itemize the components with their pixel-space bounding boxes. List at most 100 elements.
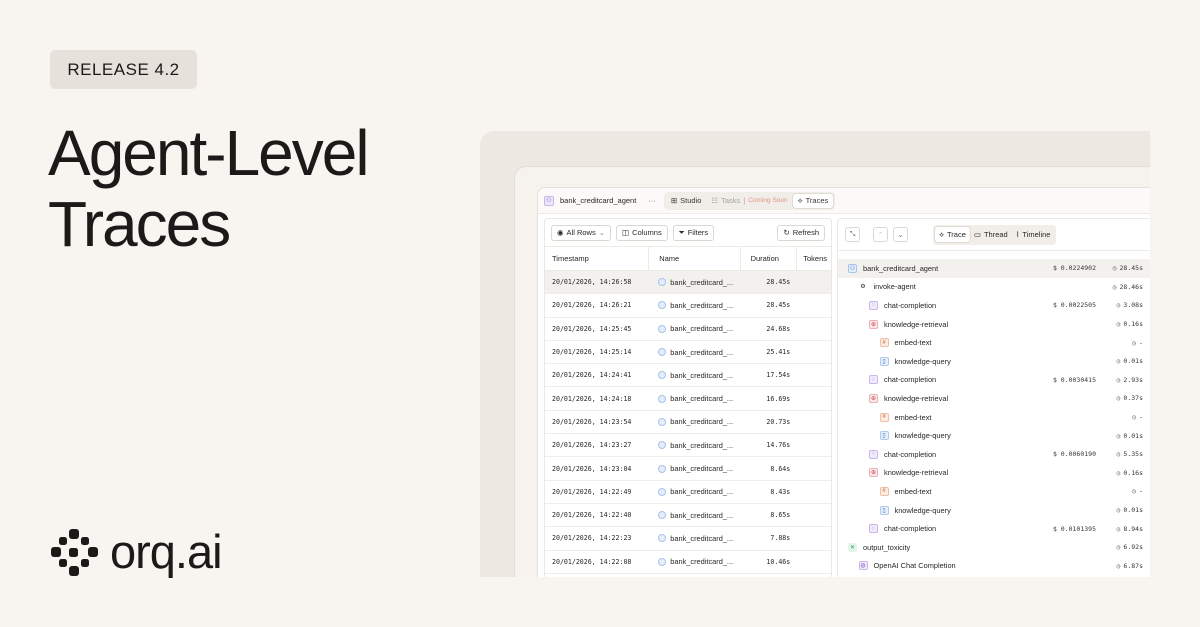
list-icon: ☷ — [711, 196, 719, 205]
span-node[interactable]: ✕ output_toxicity ◷ 6.92s — [838, 538, 1150, 557]
span-node[interactable]: ▯ knowledge-query ◷ 0.01s — [838, 426, 1150, 445]
span-node[interactable]: ▯ knowledge-query ◷ 0.01s — [838, 501, 1150, 520]
span-node[interactable]: ▯ knowledge-query ◷ 0.01s — [838, 352, 1150, 371]
span-node[interactable]: ◍ OpenAI Chat Completion ◷ 6.87s — [838, 557, 1150, 576]
span-label: knowledge-query — [894, 356, 951, 366]
table-row[interactable]: 20/01/2026, 14:24:41 bank_creditcard_... 1… — [545, 364, 831, 388]
span-duration-text: 0.37s — [1123, 394, 1143, 403]
row-timestamp: 20/01/2026, 14:24:41 — [552, 371, 632, 380]
column-header-name[interactable]: Name — [648, 247, 739, 270]
table-row[interactable]: 20/01/2026, 14:23:04 bank_creditcard_... 8… — [545, 457, 831, 481]
eye-icon: ◉ — [557, 228, 564, 237]
span-duration-text: 0.01s — [1123, 357, 1143, 366]
columns-button[interactable]: ◫ Columns — [616, 224, 668, 241]
span-node[interactable]: ◌ chat-completion $ 0.0022505 ◷ 3.08s — [838, 296, 1150, 315]
table-row[interactable]: 20/01/2026, 14:23:54 bank_creditcard_... 2… — [545, 411, 831, 435]
detail-toolbar: ⤡ ⌃ ⌄ ⟡ Trace ▭ Thread ⌇ Timeline — [838, 219, 1150, 251]
row-name-text: bank_creditcard_... — [670, 510, 734, 520]
row-name: bank_creditcard_... — [648, 464, 739, 473]
table-body: 20/01/2026, 14:26:58 bank_creditcard_... 2… — [545, 271, 831, 574]
view-thread-label: Thread — [983, 230, 1008, 239]
span-cost: $ 0.0060190 — [1052, 450, 1096, 459]
agent-icon: ⚇ — [848, 263, 857, 273]
span-node[interactable]: ⊕ knowledge-retrieval ◷ 0.37s — [838, 389, 1150, 408]
refresh-button[interactable]: ↻ Refresh — [777, 224, 825, 241]
table-row[interactable]: 20/01/2026, 14:25:14 bank_creditcard_... 2… — [545, 341, 831, 365]
span-duration-text: 28.46s — [1119, 282, 1143, 291]
row-name-text: bank_creditcard_... — [670, 557, 734, 567]
span-node[interactable]: ⊕ knowledge-retrieval ◷ 0.16s — [838, 315, 1150, 334]
table-row[interactable]: 20/01/2026, 14:24:18 bank_creditcard_... 1… — [545, 387, 831, 411]
span-node[interactable]: ⚇ bank_creditcard_agent $ 0.0224902 ◷ 28.45s — [838, 259, 1150, 278]
openai-icon: ◍ — [858, 561, 868, 571]
row-timestamp: 20/01/2026, 14:25:45 — [552, 324, 632, 333]
chevron-down-icon[interactable]: ⌄ — [893, 227, 908, 242]
tab-studio[interactable]: ⊞ Studio — [666, 194, 707, 208]
column-header-duration[interactable]: Duration — [739, 247, 797, 270]
span-duration: ◷ 5.35s — [1117, 450, 1144, 458]
span-duration-text: 0.01s — [1123, 506, 1143, 515]
column-header-timestamp[interactable]: Timestamp — [545, 254, 648, 263]
table-row[interactable]: 20/01/2026, 14:22:08 bank_creditcard_... 1… — [545, 551, 831, 574]
table-row[interactable]: 20/01/2026, 14:25:45 bank_creditcard_... 2… — [545, 318, 831, 341]
row-name: bank_creditcard_... — [648, 371, 739, 380]
traces-icon: ⟡ — [797, 195, 803, 205]
chat-icon: ◌ — [869, 524, 878, 534]
row-timestamp: 20/01/2026, 14:25:14 — [552, 348, 632, 357]
span-node[interactable]: ◌ chat-completion $ 0.0030415 ◷ 2.93s — [838, 371, 1150, 390]
span-node[interactable]: # embed-text ◷ - — [838, 482, 1150, 501]
span-node[interactable]: ⊕ knowledge-retrieval ◷ 0.16s — [838, 464, 1150, 483]
row-name-text: bank_creditcard_... — [670, 440, 734, 450]
table-row[interactable]: 20/01/2026, 14:26:58 bank_creditcard_... 2… — [545, 271, 831, 295]
title-line-2: Traces — [48, 188, 231, 260]
filters-button[interactable]: ⏷ Filters — [672, 224, 715, 241]
clock-icon: ◷ — [1116, 320, 1121, 329]
span-label: embed-text — [894, 338, 932, 348]
span-label: embed-text — [894, 412, 932, 422]
view-trace-label: Trace — [946, 230, 966, 239]
clock-icon: ◷ — [1116, 468, 1121, 477]
all-rows-label: All Rows — [566, 228, 596, 237]
row-name: bank_creditcard_... — [648, 557, 739, 566]
column-header-tokens[interactable]: Tokens — [796, 247, 831, 270]
table-header: Timestamp Name Duration Tokens — [545, 247, 831, 271]
document-icon: ▯ — [879, 356, 889, 366]
row-name-text: bank_creditcard_... — [670, 464, 734, 474]
clock-icon: ◷ — [1116, 524, 1121, 533]
agent-icon — [658, 557, 667, 566]
span-node[interactable]: ⚙ invoke-agent ◷ 28.46s — [838, 278, 1150, 297]
more-menu-button[interactable]: ··· — [648, 196, 656, 205]
span-node[interactable]: ◌ chat-completion $ 0.0060190 ◷ 5.35s — [838, 445, 1150, 464]
table-row[interactable]: 20/01/2026, 14:26:21 bank_creditcard_... 2… — [545, 294, 831, 318]
span-node[interactable]: # embed-text ◷ - — [838, 408, 1150, 427]
row-name: bank_creditcard_... — [648, 394, 739, 403]
view-thread[interactable]: ▭ Thread — [970, 227, 1012, 242]
collapse-icon[interactable]: ⤡ — [845, 227, 860, 242]
row-duration: 28.45s — [766, 301, 791, 310]
hash-icon: # — [879, 412, 889, 422]
all-rows-dropdown[interactable]: ◉ All Rows ⌄ — [551, 224, 612, 241]
row-name-text: bank_creditcard_... — [670, 417, 734, 427]
span-duration-text: - — [1139, 338, 1143, 347]
row-name: bank_creditcard_... — [648, 534, 739, 543]
table-row[interactable]: 20/01/2026, 14:23:27 bank_creditcard_... 1… — [545, 434, 831, 458]
row-name-text: bank_creditcard_... — [670, 347, 734, 357]
table-row[interactable]: 20/01/2026, 14:22:23 bank_creditcard_... 7… — [545, 527, 831, 551]
span-duration-text: 28.45s — [1119, 264, 1143, 273]
tab-traces[interactable]: ⟡ Traces — [792, 193, 834, 208]
row-timestamp: 20/01/2026, 14:24:18 — [552, 394, 632, 403]
view-trace[interactable]: ⟡ Trace — [935, 227, 970, 242]
chevron-up-icon[interactable]: ⌃ — [873, 227, 888, 242]
span-duration: ◷ 0.37s — [1117, 394, 1144, 402]
table-row[interactable]: 20/01/2026, 14:22:49 bank_creditcard_... 8… — [545, 481, 831, 504]
view-timeline[interactable]: ⌇ Timeline — [1012, 227, 1055, 242]
span-node[interactable]: ◌ chat-completion $ 0.0101395 ◷ 8.94s — [838, 519, 1150, 538]
row-timestamp: 20/01/2026, 14:22:40 — [552, 511, 632, 520]
chat-icon: ◌ — [869, 449, 878, 459]
table-row[interactable]: 20/01/2026, 14:22:40 bank_creditcard_... 8… — [545, 504, 831, 528]
document-icon: ▯ — [879, 505, 889, 515]
span-node[interactable]: # embed-text ◷ - — [838, 333, 1150, 352]
agent-icon — [658, 278, 667, 287]
tab-tasks[interactable]: ☷ Tasks | Coming Soon — [706, 194, 792, 208]
columns-icon: ◫ — [622, 228, 630, 237]
